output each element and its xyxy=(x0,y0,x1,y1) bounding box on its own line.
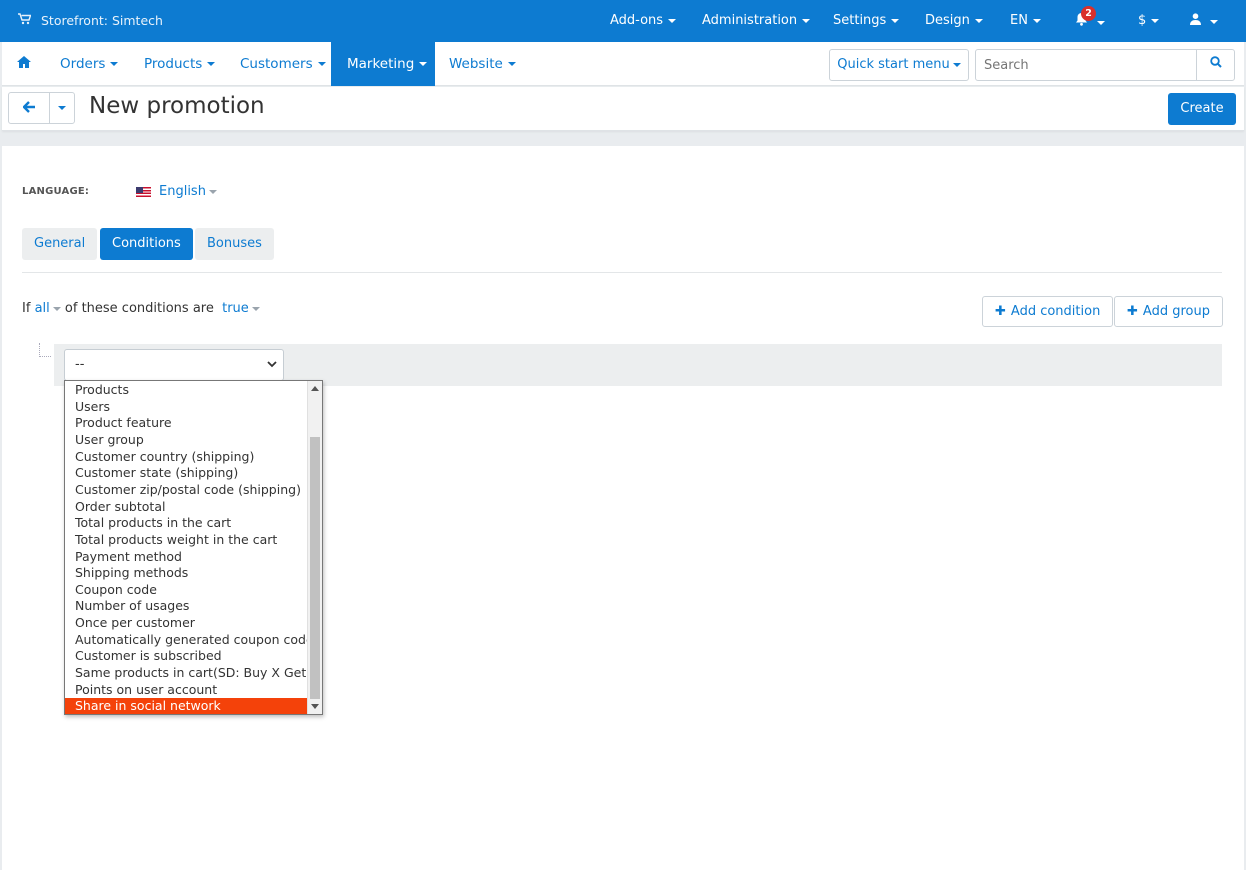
storefront-selector[interactable]: Storefront: Simtech xyxy=(18,13,163,28)
conditions-mode-value: all xyxy=(34,301,50,316)
conditions-value-selector[interactable]: true xyxy=(222,301,260,316)
title-bar: New promotion Create xyxy=(2,87,1244,131)
dropdown-option[interactable]: Coupon code xyxy=(65,582,307,599)
dropdown-option[interactable]: Automatically generated coupon codes xyxy=(65,632,307,649)
search-icon xyxy=(1209,56,1222,72)
tab-general[interactable]: General xyxy=(22,228,98,260)
search-box xyxy=(975,49,1235,81)
dropdown-option[interactable]: Same products in cart(SD: Buy X Get Y) xyxy=(65,665,307,682)
add-condition-button[interactable]: ✚ Add condition xyxy=(982,296,1114,327)
dropdown-option[interactable]: Users xyxy=(65,399,307,416)
dropdown-option[interactable]: Total products in the cart xyxy=(65,515,307,532)
menu-currency[interactable]: $ xyxy=(1138,13,1160,28)
search-input[interactable] xyxy=(976,50,1196,80)
menu-addons[interactable]: Add-ons xyxy=(610,13,677,28)
nav-orders[interactable]: Orders xyxy=(44,42,134,86)
create-button[interactable]: Create xyxy=(1168,93,1236,125)
language-selector[interactable]: English xyxy=(136,184,217,199)
back-button[interactable] xyxy=(8,92,50,124)
nav-customers[interactable]: Customers xyxy=(224,42,342,86)
dropdown-option[interactable]: Product feature xyxy=(65,415,307,432)
cart-icon xyxy=(18,13,32,28)
dropdown-option[interactable]: Points on user account xyxy=(65,682,307,699)
tab-conditions[interactable]: Conditions xyxy=(100,228,193,260)
nav-website[interactable]: Website xyxy=(433,42,532,86)
top-bar: Storefront: Simtech Add-ons Administrati… xyxy=(0,0,1246,42)
menu-administration[interactable]: Administration xyxy=(702,13,811,28)
home-icon[interactable] xyxy=(17,56,31,72)
dropdown-option[interactable]: Customer country (shipping) xyxy=(65,449,307,466)
search-button[interactable] xyxy=(1196,50,1234,80)
arrow-left-icon xyxy=(21,99,36,117)
user-icon xyxy=(1190,13,1205,29)
dropdown-option[interactable]: Shipping methods xyxy=(65,565,307,582)
condition-type-select[interactable]: -- xyxy=(64,349,284,381)
condition-type-dropdown: Products Users Product feature User group Cu… xyxy=(64,380,323,715)
flag-us-icon xyxy=(136,186,151,197)
condition-select-value: -- xyxy=(75,357,85,372)
dropdown-option[interactable]: Once per customer xyxy=(65,615,307,632)
dropdown-option[interactable]: User group xyxy=(65,432,307,449)
dropdown-option[interactable]: Customer is subscribed xyxy=(65,648,307,665)
scroll-down-icon[interactable] xyxy=(311,704,319,709)
dropdown-option[interactable]: Total products weight in the cart xyxy=(65,532,307,549)
add-group-button[interactable]: ✚ Add group xyxy=(1114,296,1223,327)
add-group-label: Add group xyxy=(1142,304,1210,319)
menu-addons-label: Add-ons xyxy=(610,13,664,28)
nav-customers-label: Customers xyxy=(240,56,313,72)
dropdown-option[interactable]: Share in social network xyxy=(65,698,307,714)
language-label: LANGUAGE: xyxy=(22,186,90,197)
dropdown-option[interactable]: Number of usages xyxy=(65,598,307,615)
dropdown-scrollbar[interactable] xyxy=(307,381,322,714)
menu-language-label: EN xyxy=(1010,13,1028,28)
nav-website-label: Website xyxy=(449,56,503,72)
menu-language[interactable]: EN xyxy=(1010,13,1041,28)
main-nav: Orders Products Customers Marketing Webs… xyxy=(2,42,1244,86)
scroll-thumb[interactable] xyxy=(310,437,320,699)
dropdown-option[interactable]: Order subtotal xyxy=(65,499,307,516)
quick-start-label: Quick start menu xyxy=(837,57,950,72)
conditions-value: true xyxy=(222,301,249,316)
chevron-down-icon xyxy=(58,105,66,110)
currency-label: $ xyxy=(1138,13,1147,28)
nav-orders-label: Orders xyxy=(60,56,106,72)
add-condition-label: Add condition xyxy=(1010,304,1101,319)
plus-icon: ✚ xyxy=(1127,304,1138,319)
dropdown-option[interactable]: Products xyxy=(65,382,307,399)
dropdown-option[interactable]: Payment method xyxy=(65,549,307,566)
menu-design-label: Design xyxy=(925,13,970,28)
dropdown-option[interactable]: Customer state (shipping) xyxy=(65,465,307,482)
menu-administration-label: Administration xyxy=(702,13,798,28)
nav-products[interactable]: Products xyxy=(128,42,231,86)
plus-icon: ✚ xyxy=(995,304,1006,319)
menu-user[interactable] xyxy=(1190,13,1219,29)
menu-settings[interactable]: Settings xyxy=(833,13,900,28)
quick-start-menu-button[interactable]: Quick start menu xyxy=(829,49,969,81)
conditions-prefix: If xyxy=(22,301,31,316)
nav-marketing[interactable]: Marketing xyxy=(331,42,435,86)
scroll-up-icon[interactable] xyxy=(311,386,319,391)
conditions-middle-text: of these conditions are xyxy=(64,301,214,316)
storefront-label: Storefront: Simtech xyxy=(41,13,163,28)
tree-connector xyxy=(39,343,51,357)
conditions-mode-selector[interactable]: all xyxy=(35,301,61,316)
back-dropdown-button[interactable] xyxy=(49,92,75,124)
menu-design[interactable]: Design xyxy=(925,13,983,28)
notification-badge: 2 xyxy=(1081,6,1096,21)
language-value: English xyxy=(159,184,206,199)
tab-divider xyxy=(22,272,1222,273)
dropdown-option[interactable]: Customer zip/postal code (shipping) xyxy=(65,482,307,499)
nav-marketing-label: Marketing xyxy=(347,56,415,72)
tab-bonuses[interactable]: Bonuses xyxy=(195,228,274,260)
page-title: New promotion xyxy=(89,93,265,119)
menu-settings-label: Settings xyxy=(833,13,887,28)
conditions-rule: If all of these conditions are true xyxy=(22,301,260,316)
nav-products-label: Products xyxy=(144,56,203,72)
